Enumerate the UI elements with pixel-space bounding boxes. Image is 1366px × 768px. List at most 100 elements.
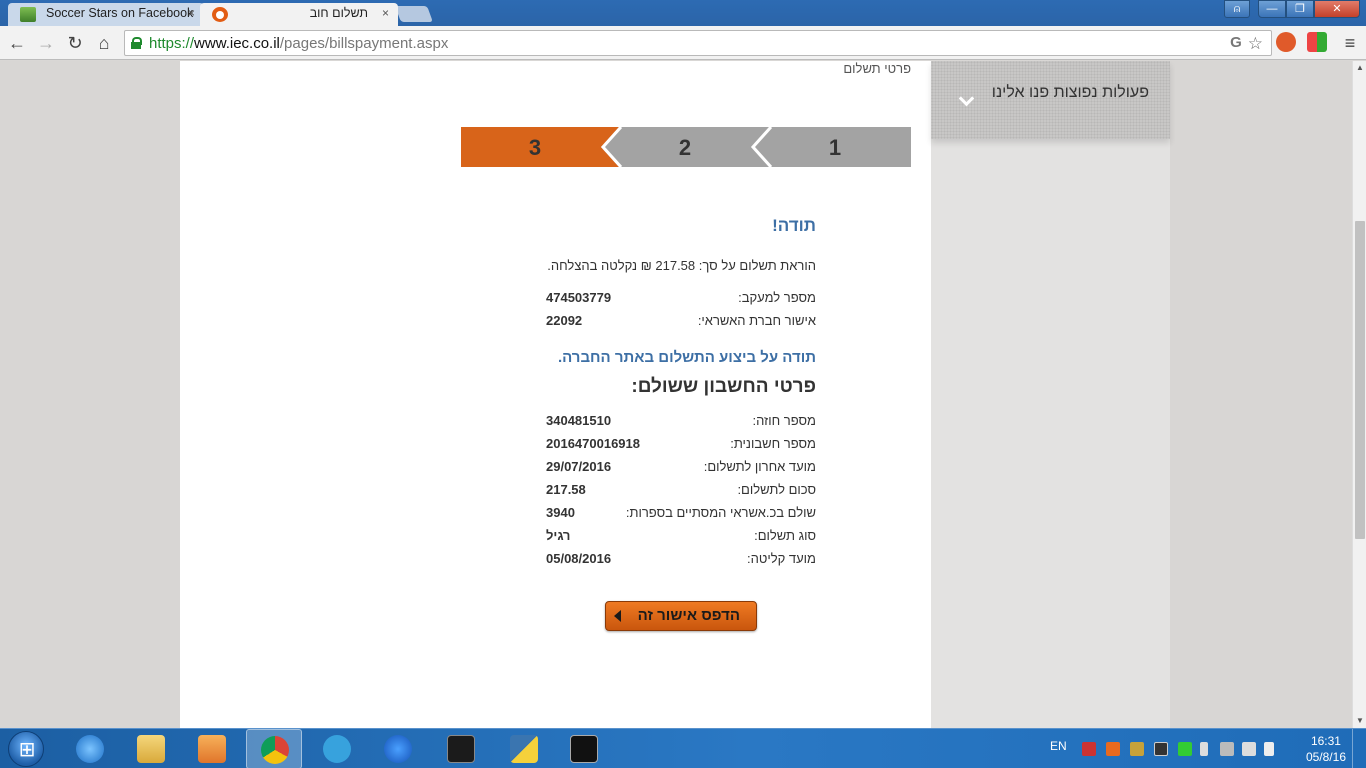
x-app-icon [384,735,412,763]
thanks-site-message: תודה על ביצוע התשלום באתר החברה. [557,349,816,366]
bill-row-value: 340481510 [546,413,612,428]
bill-row-value: 2016470016918 [546,436,640,451]
scroll-thumb[interactable] [1355,221,1365,539]
start-button[interactable] [4,729,48,768]
internet-explorer-icon [76,735,104,763]
scroll-up-icon[interactable]: ▲ [1353,61,1366,75]
scroll-down-icon[interactable]: ▼ [1353,714,1366,728]
bill-row: מספר חוזה: 340481510 [546,413,816,433]
main-content: פרטי תשלום 3 2 1 תודה! הוראת תשלום על סך… [180,61,931,728]
step-number-2: 2 [679,135,691,160]
new-tab-button[interactable] [395,6,433,22]
tab-bill-payment[interactable]: תשלום חוב × [200,3,398,26]
window-controls: ⍝ — ❐ ✕ [1224,0,1360,18]
print-confirmation-button[interactable]: הדפס אישור זה [605,601,757,631]
chevron-down-icon[interactable] [958,93,976,111]
bill-row-value: 29/07/2016 [546,459,612,474]
page-viewport: פרטי תשלום 3 2 1 תודה! הוראת תשלום על סך… [0,61,1352,728]
approval-value: 22092 [546,313,583,328]
home-icon[interactable]: ⌂ [93,32,115,54]
browser-toolbar: ← → ↻ ⌂ https://www.iec.co.il/pages/bill… [0,26,1366,60]
language-indicator[interactable]: EN [1050,739,1067,753]
chrome-icon [261,736,289,764]
tab-strip: Soccer Stars on Facebook × תשלום חוב × ⍝… [0,0,1366,26]
bill-row-label: מספר חשבונית: [730,436,816,451]
tab-title: תשלום חוב [309,6,368,20]
command-prompt-icon [570,735,598,763]
page-scrollbar[interactable]: ▲ ▼ [1352,61,1366,728]
step-number-3: 3 [529,135,541,160]
tab-close-icon[interactable]: × [382,3,389,24]
tab-soccer-stars[interactable]: Soccer Stars on Facebook × [8,3,204,26]
sidebar-header[interactable]: פעולות נפוצות פנו אלינו [931,61,1170,139]
bill-row-value: 217.58 [546,482,586,497]
battery-icon[interactable] [1200,742,1208,756]
bill-row: מועד קליטה: 05/08/2016 [546,551,816,571]
taskbar-chrome[interactable] [246,729,302,768]
url-text: https://www.iec.co.il/pages/billspayment… [149,35,449,52]
terminal-icon [447,735,475,763]
bookmark-star-icon[interactable]: ☆ [1248,34,1263,54]
bill-row: מספר חשבונית: 2016470016918 [546,436,816,456]
approval-label: אישור חברת האשראי: [697,313,816,328]
tray-monitor-icon[interactable] [1154,742,1168,756]
tab-close-icon[interactable]: × [188,3,195,24]
translate-icon[interactable]: G [1230,34,1242,54]
antivirus-icon[interactable] [1082,742,1096,756]
wifi-icon[interactable] [1178,742,1192,756]
extension-adblock-icon[interactable] [1276,32,1296,52]
soccer-stars-favicon-icon [20,7,36,22]
volume-icon[interactable] [1242,742,1256,756]
extension-office-icon[interactable] [1307,32,1327,52]
flag-icon[interactable] [1264,742,1274,756]
lock-icon [131,37,142,49]
taskbar-terminal[interactable] [433,729,489,768]
tray-app-icon[interactable] [1130,742,1144,756]
minimize-button[interactable]: — [1258,0,1286,18]
telegram-icon [323,735,351,763]
signal-icon[interactable] [1220,742,1234,756]
system-tray: EN 16:31 05/8/16 [1036,729,1366,768]
tracking-row: מספר למעקב: 474503779 [546,290,816,310]
media-player-icon [198,735,226,763]
taskbar-xmind[interactable] [370,729,426,768]
forward-icon[interactable]: → [35,32,57,54]
back-icon[interactable]: ← [6,32,28,54]
bill-row: שולם בכ.אשראי המסתיים בספרות: 3940 [546,505,816,525]
bill-row: סכום לתשלום: 217.58 [546,482,816,502]
reload-icon[interactable]: ↻ [64,32,86,54]
taskbar-ie[interactable] [62,729,118,768]
maximize-button[interactable]: ❐ [1286,0,1314,18]
taskbar-python[interactable] [496,729,552,768]
sidebar: פעולות נפוצות פנו אלינו [931,61,1170,728]
user-icon[interactable]: ⍝ [1224,0,1250,18]
bill-row-value: 05/08/2016 [546,551,612,566]
bill-row-label: סכום לתשלום: [737,482,816,497]
windows-logo-icon [8,731,45,767]
bill-row-label: מספר חוזה: [752,413,816,428]
taskbar-explorer[interactable] [123,729,179,768]
bill-row-label: סוג תשלום: [754,528,816,543]
menu-icon[interactable]: ≡ [1339,32,1361,54]
taskbar: EN 16:31 05/8/16 [0,728,1366,768]
sidebar-title: פעולות נפוצות פנו אלינו [991,84,1149,101]
clock[interactable]: 16:31 05/8/16 [1306,733,1346,765]
show-desktop-button[interactable] [1352,729,1366,768]
step-number-1: 1 [829,135,841,160]
print-button-label: הדפס אישור זה [637,607,740,624]
bill-row: סוג תשלום: רגיל [546,528,816,548]
tab-title: Soccer Stars on Facebook [46,6,194,20]
office-tray-icon[interactable] [1106,742,1120,756]
tracking-label: מספר למעקב: [738,290,816,305]
taskbar-media-player[interactable] [184,729,240,768]
iec-favicon-icon [212,7,228,22]
clock-date: 05/8/16 [1305,750,1346,764]
bill-row-value: 3940 [546,505,575,520]
taskbar-cmd[interactable] [556,729,612,768]
bill-heading: פרטי החשבון ששולם: [631,376,816,397]
close-button[interactable]: ✕ [1314,0,1360,18]
taskbar-telegram[interactable] [309,729,365,768]
address-bar[interactable]: https://www.iec.co.il/pages/billspayment… [124,30,1272,56]
arrow-left-icon [614,610,621,622]
python-icon [510,735,538,763]
